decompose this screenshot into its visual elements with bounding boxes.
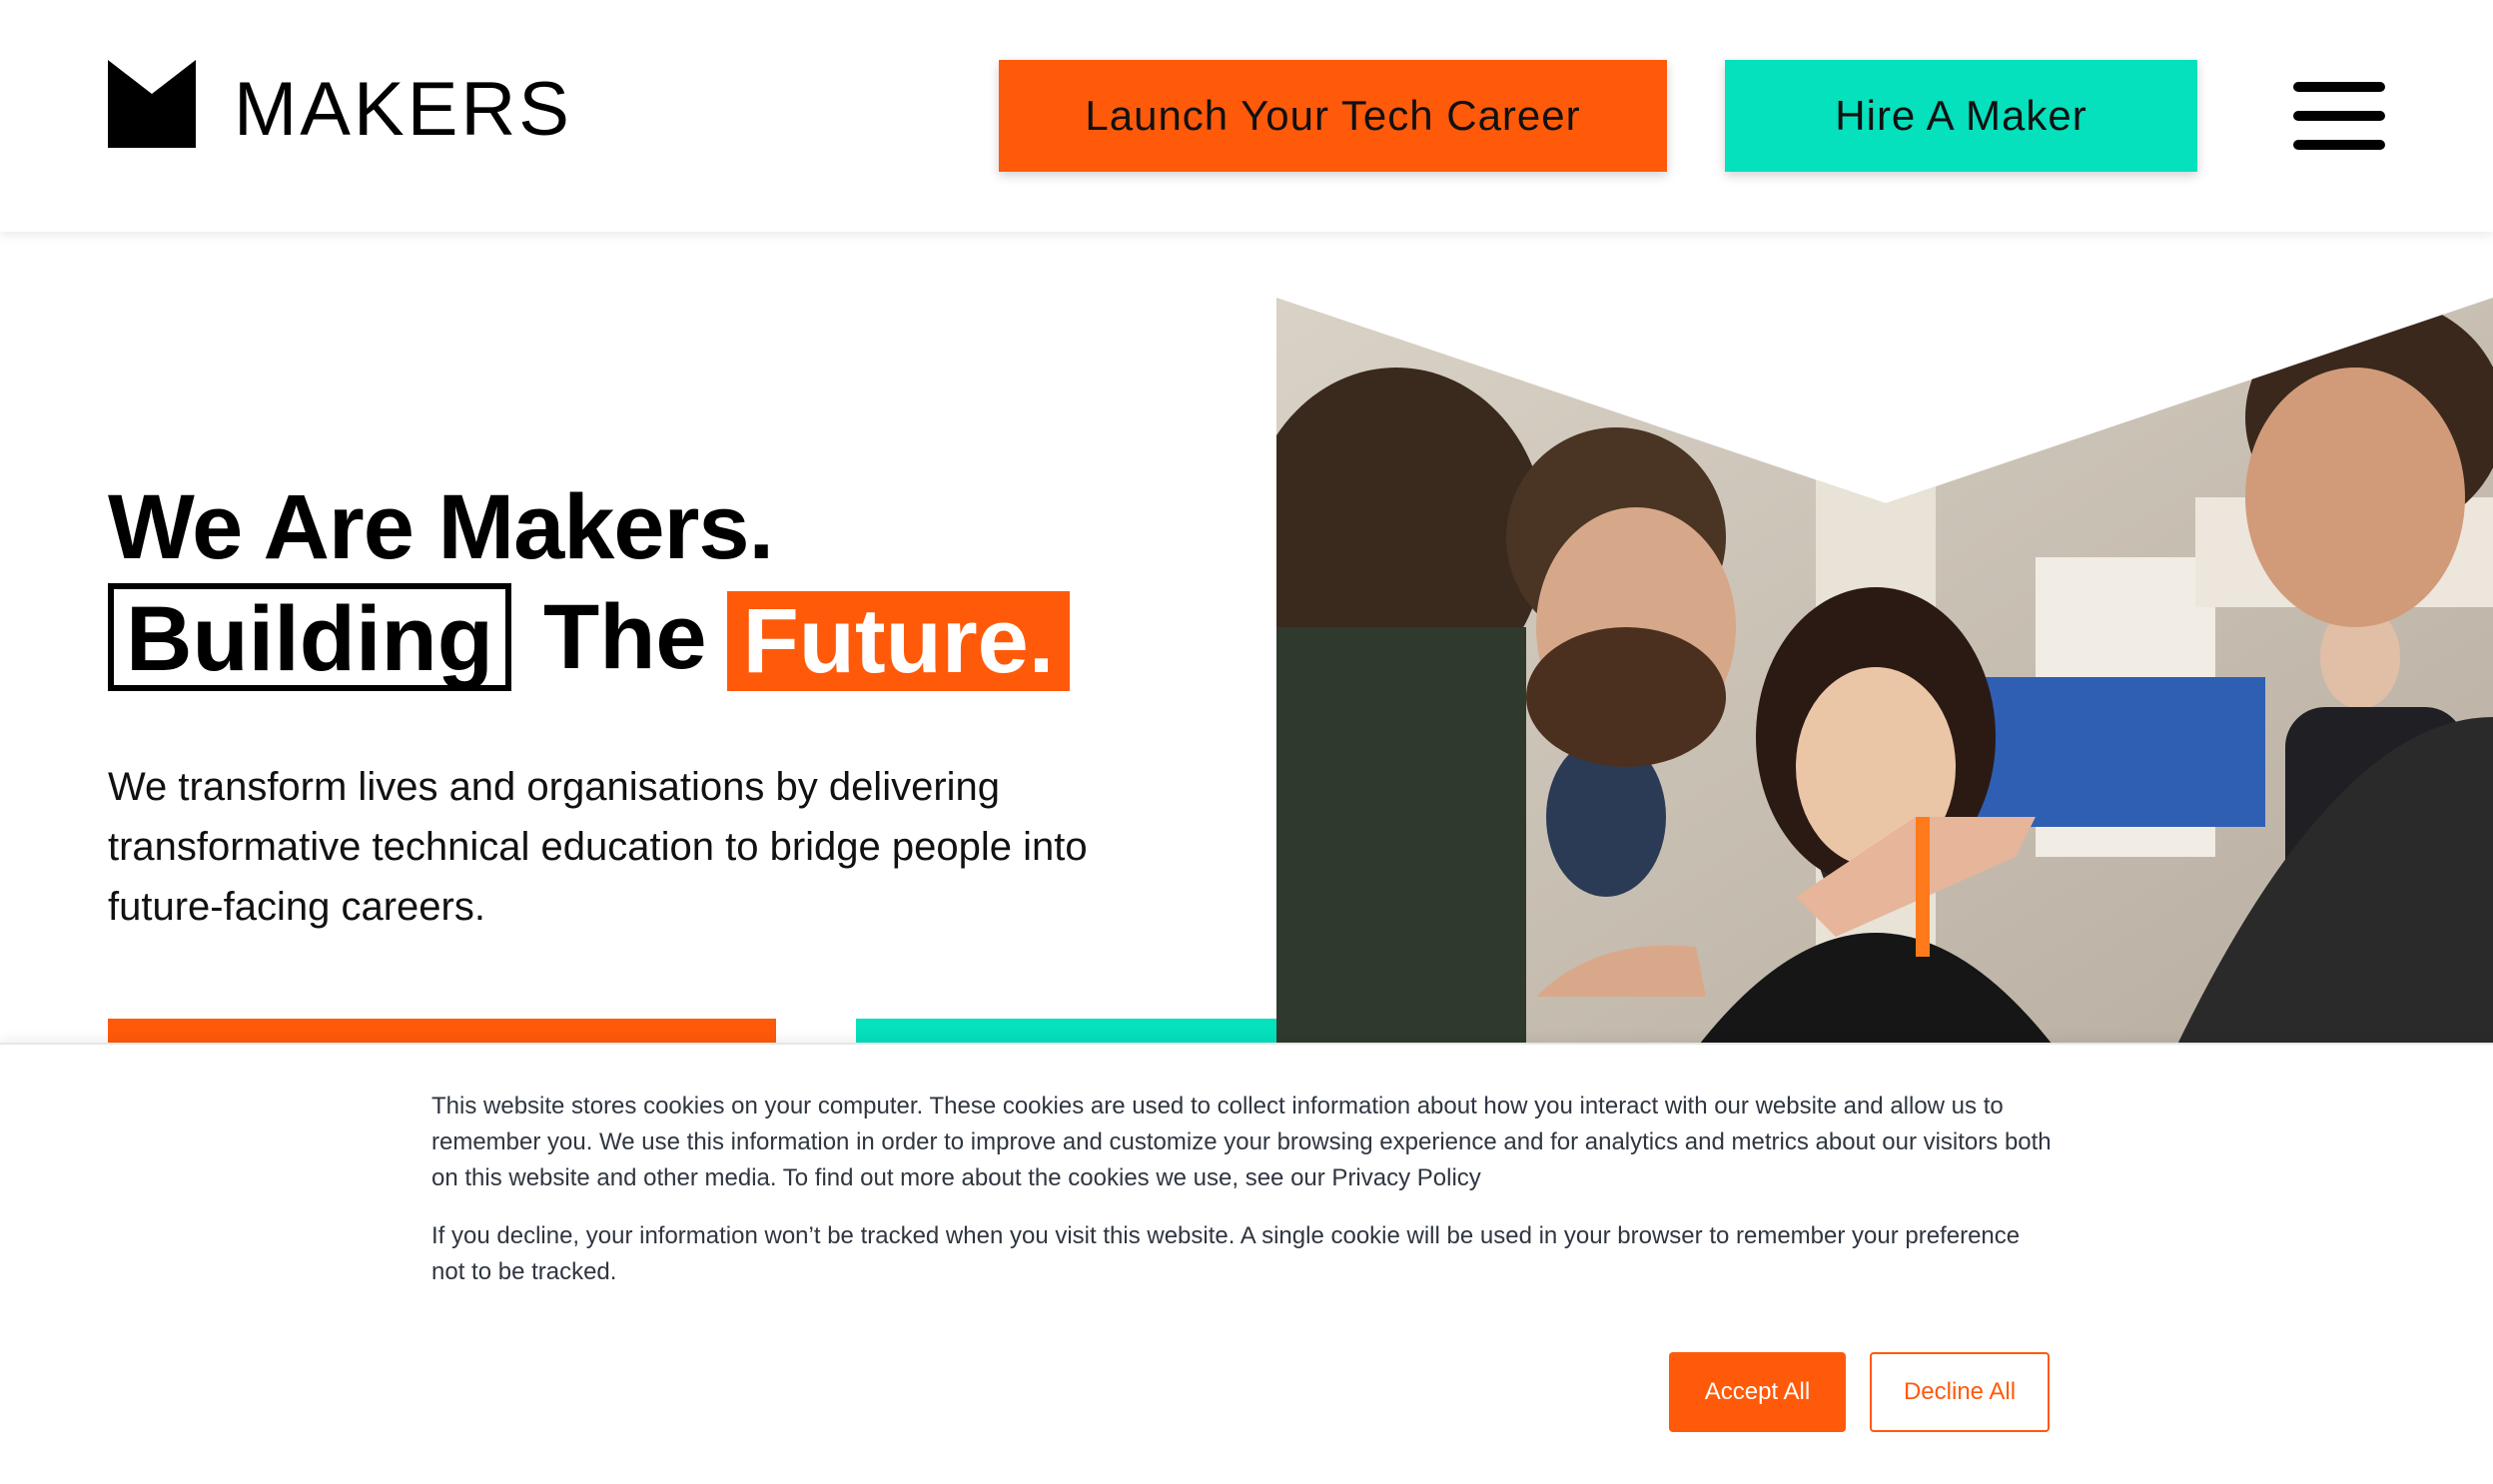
word-the: The	[543, 586, 707, 688]
hamburger-menu-icon[interactable]	[2293, 80, 2385, 152]
word-future-highlight: Future.	[727, 591, 1070, 691]
makers-logo-icon[interactable]	[108, 60, 196, 148]
hero-team-photo	[1276, 298, 2493, 1049]
cookie-text-main: This website stores cookies on your comp…	[431, 1093, 2052, 1191]
accept-all-button[interactable]: Accept All	[1669, 1352, 1846, 1432]
word-building-boxed: Building	[108, 583, 511, 691]
logo-text[interactable]: MAKERS	[234, 66, 572, 154]
launch-tech-career-button[interactable]: Launch Your Tech Career	[999, 60, 1667, 172]
cookie-banner: This website stores cookies on your comp…	[0, 1043, 2493, 1484]
site-header: MAKERS Launch Your Tech Career Hire A Ma…	[0, 0, 2493, 232]
cookie-text-decline-info: If you decline, your information won’t b…	[431, 1222, 2021, 1285]
hero-title: We Are Makers.	[108, 476, 774, 578]
hire-a-maker-button[interactable]: Hire A Maker	[1725, 60, 2197, 172]
decline-all-button[interactable]: Decline All	[1870, 1352, 2050, 1432]
hero-description: We transform lives and organisations by …	[108, 765, 1088, 929]
